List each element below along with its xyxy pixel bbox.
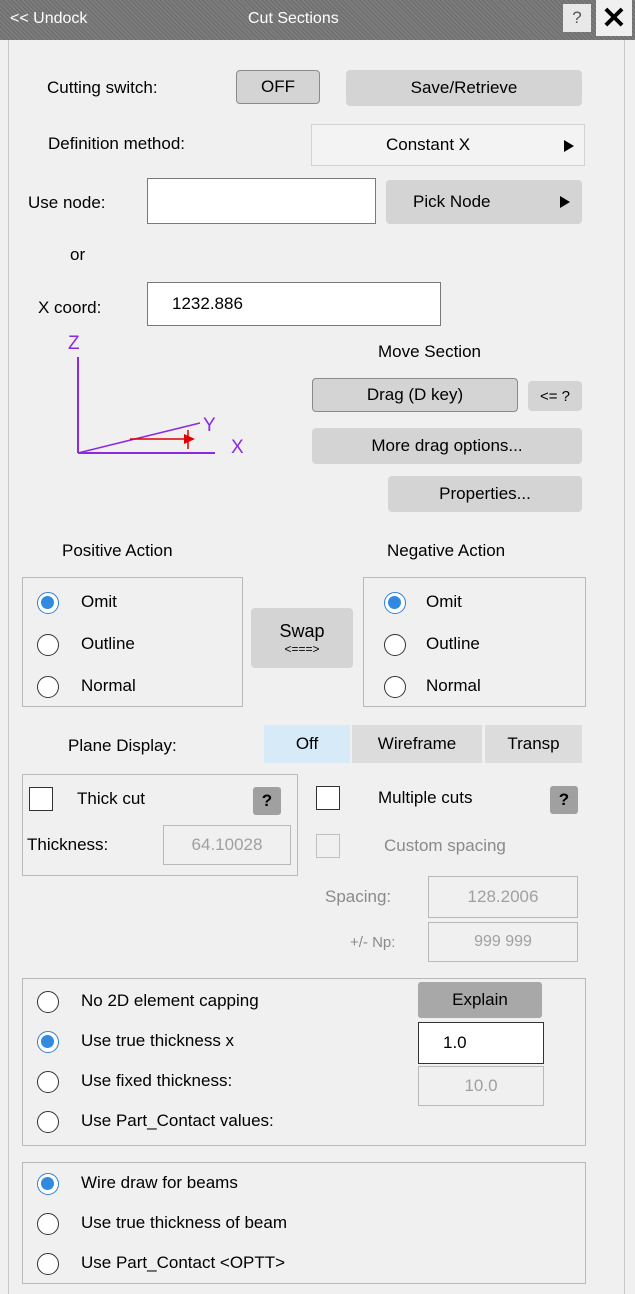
fixed-thickness-label: Use fixed thickness:: [81, 1071, 233, 1090]
x-coord-label: X coord:: [38, 298, 102, 317]
swap-label: Swap: [279, 620, 325, 641]
definition-method-select[interactable]: Constant X: [311, 124, 585, 166]
window-title: Cut Sections: [248, 10, 339, 27]
positive-outline-label: Outline: [81, 634, 135, 653]
cutting-switch-button[interactable]: OFF: [236, 70, 320, 104]
positive-omit-radio[interactable]: [37, 592, 59, 614]
positive-action-group: Omit Outline Normal: [22, 577, 243, 707]
z-axis-label: Z: [68, 333, 80, 354]
positive-outline-radio[interactable]: [37, 634, 59, 656]
thick-cut-checkbox[interactable]: [29, 787, 53, 811]
arrow-head-icon: [184, 434, 195, 444]
beams-group: Wire draw for beams Use true thickness o…: [22, 1162, 586, 1284]
negative-outline-label: Outline: [426, 634, 480, 653]
cutting-switch-label: Cutting switch:: [47, 78, 158, 97]
thickness-label: Thickness:: [27, 835, 109, 854]
pick-node-label: Pick Node: [413, 192, 491, 211]
y-axis-line: [77, 422, 201, 454]
part-contact-values-label: Use Part_Contact values:: [81, 1111, 274, 1130]
negative-omit-label: Omit: [426, 592, 462, 611]
use-node-input[interactable]: [147, 178, 376, 224]
move-section-title: Move Section: [378, 342, 481, 361]
part-contact-optt-radio[interactable]: [37, 1253, 59, 1275]
part-contact-values-radio[interactable]: [37, 1111, 59, 1133]
spacing-input[interactable]: 128.2006: [428, 876, 578, 918]
x-coord-input[interactable]: 1232.886: [147, 282, 441, 326]
positive-normal-radio[interactable]: [37, 676, 59, 698]
positive-omit-label: Omit: [81, 592, 117, 611]
wire-draw-beams-label: Wire draw for beams: [81, 1173, 238, 1192]
tab-plane-transp[interactable]: Transp: [485, 725, 582, 763]
custom-spacing-label: Custom spacing: [384, 836, 506, 855]
swap-button[interactable]: Swap <===>: [251, 608, 353, 668]
help-icon[interactable]: ?: [563, 4, 591, 32]
np-input[interactable]: 999 999: [428, 922, 578, 962]
pick-node-button[interactable]: Pick Node: [386, 180, 582, 224]
positive-action-title: Positive Action: [62, 541, 173, 560]
negative-omit-radio[interactable]: [384, 592, 406, 614]
plane-display-label: Plane Display:: [68, 736, 177, 755]
multiple-cuts-help-button[interactable]: ?: [550, 786, 578, 814]
negative-action-group: Omit Outline Normal: [363, 577, 586, 707]
undock-button[interactable]: << Undock: [10, 10, 87, 28]
save-retrieve-button[interactable]: Save/Retrieve: [346, 70, 582, 106]
thick-cut-label: Thick cut: [77, 789, 146, 808]
tab-plane-wireframe[interactable]: Wireframe: [352, 725, 482, 763]
or-label: or: [70, 245, 86, 264]
triangle-right-icon: [560, 196, 570, 208]
definition-method-label: Definition method:: [48, 134, 186, 153]
true-thickness-radio[interactable]: [37, 1031, 59, 1053]
use-node-label: Use node:: [28, 193, 106, 212]
drag-help-button[interactable]: <= ?: [528, 381, 582, 411]
thick-cut-group: Thick cut ? Thickness: 64.10028: [22, 774, 298, 876]
thickness-input[interactable]: 64.10028: [163, 825, 291, 865]
triangle-right-icon: [564, 140, 574, 152]
true-thickness-label: Use true thickness x: [81, 1031, 235, 1050]
no-capping-radio[interactable]: [37, 991, 59, 1013]
spacing-label: Spacing:: [325, 887, 392, 906]
y-axis-label: Y: [203, 415, 216, 436]
positive-normal-label: Normal: [81, 676, 136, 695]
true-thickness-beam-radio[interactable]: [37, 1213, 59, 1235]
fixed-thickness-input[interactable]: 10.0: [418, 1066, 544, 1106]
true-thickness-beam-label: Use true thickness of beam: [81, 1213, 287, 1232]
negative-outline-radio[interactable]: [384, 634, 406, 656]
drag-button[interactable]: Drag (D key): [312, 378, 518, 412]
no-capping-label: No 2D element capping: [81, 991, 259, 1010]
wire-draw-beams-radio[interactable]: [37, 1173, 59, 1195]
multiple-cuts-label: Multiple cuts: [378, 788, 473, 807]
swap-arrow-icon: <===>: [284, 641, 320, 656]
custom-spacing-checkbox[interactable]: [316, 834, 340, 858]
title-bar: << Undock Cut Sections ? ✕: [0, 0, 635, 40]
axes-diagram: [77, 357, 215, 454]
true-thickness-input[interactable]: 1.0: [418, 1022, 544, 1064]
definition-method-value: Constant X: [386, 135, 471, 154]
np-label: +/- Np:: [350, 934, 396, 951]
multiple-cuts-checkbox[interactable]: [316, 786, 340, 810]
close-icon[interactable]: ✕: [596, 0, 632, 36]
x-axis-label: X: [231, 437, 244, 458]
part-contact-optt-label: Use Part_Contact <OPTT>: [81, 1253, 286, 1272]
negative-normal-label: Normal: [426, 676, 481, 695]
fixed-thickness-radio[interactable]: [37, 1071, 59, 1093]
properties-button[interactable]: Properties...: [388, 476, 582, 512]
tab-plane-off[interactable]: Off: [264, 725, 350, 763]
negative-action-title: Negative Action: [387, 541, 506, 560]
more-drag-options-button[interactable]: More drag options...: [312, 428, 582, 464]
explain-button[interactable]: Explain: [418, 982, 542, 1018]
negative-normal-radio[interactable]: [384, 676, 406, 698]
thick-cut-help-button[interactable]: ?: [253, 787, 281, 815]
